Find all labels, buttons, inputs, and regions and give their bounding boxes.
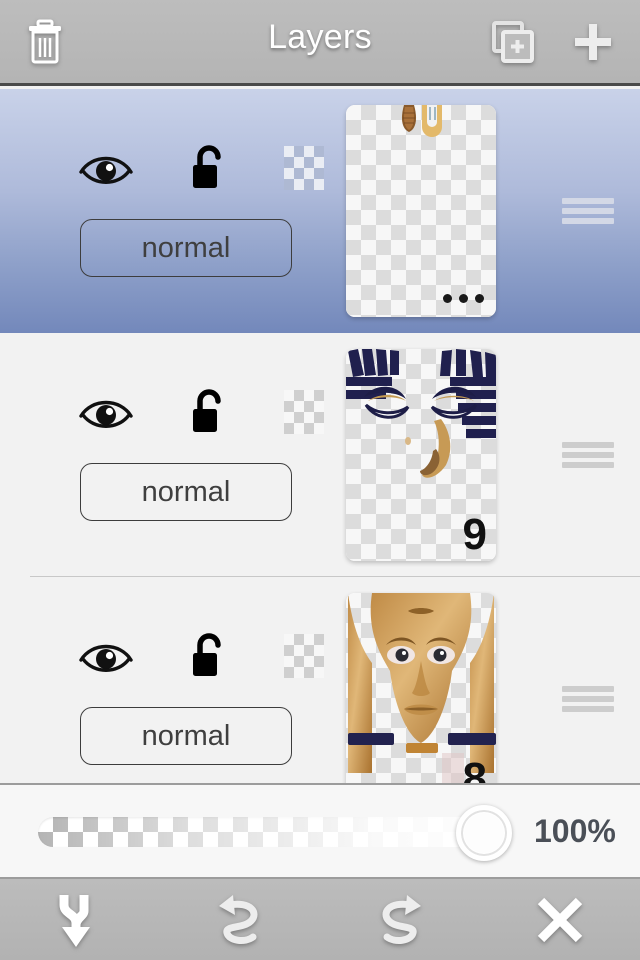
slider-track[interactable] [38,817,506,847]
drag-handle-icon[interactable] [562,442,614,468]
header-bar: Layers [0,0,640,86]
merge-down-button[interactable] [0,879,160,960]
slider-knob[interactable] [456,805,512,861]
close-button[interactable] [480,879,640,960]
unlocked-padlock-icon[interactable] [190,144,228,192]
page-title: Layers [268,18,372,56]
slider-fill [38,817,506,847]
redo-button[interactable] [320,879,480,960]
alpha-lock-checker-icon[interactable] [284,390,324,434]
layer-icon-row [78,632,324,680]
layer-thumbnail[interactable] [346,105,496,317]
plus-icon [570,19,616,65]
blend-mode-button[interactable]: normal [80,707,292,765]
add-layer-button[interactable] [562,12,624,72]
drag-handle-icon[interactable] [562,686,614,712]
eye-icon[interactable] [78,150,134,186]
merge-down-icon [54,891,106,949]
layer-thumbnail[interactable]: 8 [346,593,496,783]
blend-mode-button[interactable]: normal [80,219,292,277]
bottom-toolbar [0,879,640,960]
undo-button[interactable] [160,879,320,960]
layer-controls: normal [0,333,340,577]
opacity-slider[interactable] [38,805,512,861]
eye-icon[interactable] [78,638,134,674]
layer-row[interactable]: normal [0,89,640,333]
unlocked-padlock-icon[interactable] [190,632,228,680]
drag-handle-icon[interactable] [562,198,614,224]
layer-icon-row [78,144,324,192]
layer-menu-dots[interactable] [443,294,484,303]
layer-row[interactable]: normal [0,577,640,783]
layer-number-label: 8 [462,754,487,784]
duplicate-layer-button[interactable] [482,12,544,72]
layer-controls: normal [0,577,340,783]
undo-icon [211,891,269,949]
alpha-lock-checker-icon[interactable] [284,634,324,678]
close-x-icon [534,894,586,946]
layer-list[interactable]: normal normal 9 normal 8 [0,89,640,783]
blend-mode-label: normal [141,719,231,752]
layer-controls: normal [0,89,340,333]
layers-panel: Layers normal normal 9 normal 8 100% [0,0,640,960]
layer-thumbnail[interactable]: 9 [346,349,496,561]
blend-mode-button[interactable]: normal [80,463,292,521]
unlocked-padlock-icon[interactable] [190,388,228,436]
eye-icon[interactable] [78,394,134,430]
layer-icon-row [78,388,324,436]
redo-icon [371,891,429,949]
layer-row[interactable]: normal [0,333,640,577]
opacity-bar: 100% [0,783,640,879]
blend-mode-label: normal [141,231,231,264]
duplicate-layer-icon [490,19,536,65]
opacity-value-label: 100% [534,812,616,849]
alpha-lock-checker-icon[interactable] [284,146,324,190]
layer-number-label: 9 [462,510,487,559]
blend-mode-label: normal [141,475,231,508]
